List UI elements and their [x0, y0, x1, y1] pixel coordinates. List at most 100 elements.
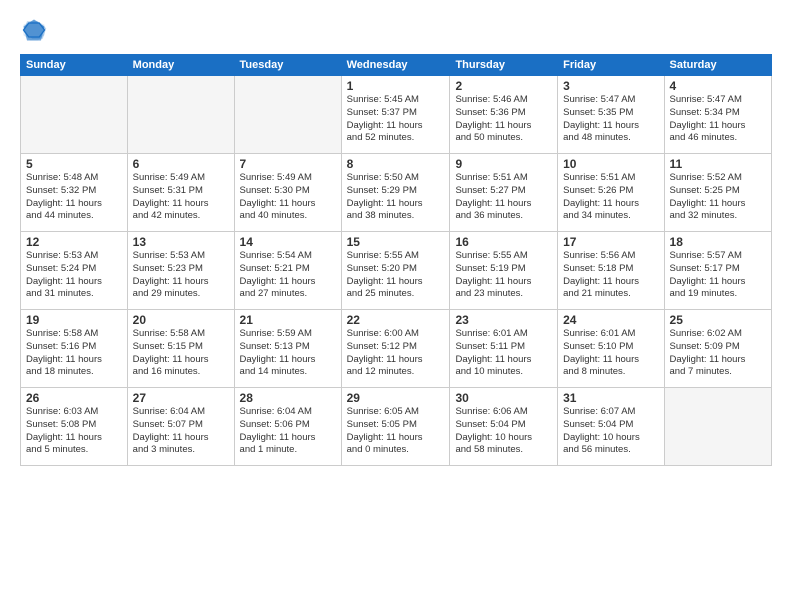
day-info: Sunrise: 5:48 AM Sunset: 5:32 PM Dayligh… [26, 172, 122, 223]
logo-icon [20, 16, 48, 44]
day-info: Sunrise: 5:56 AM Sunset: 5:18 PM Dayligh… [563, 250, 658, 301]
day-info: Sunrise: 5:52 AM Sunset: 5:25 PM Dayligh… [670, 172, 766, 223]
day-cell-31: 31Sunrise: 6:07 AM Sunset: 5:04 PM Dayli… [558, 388, 664, 466]
week-row-1: 5Sunrise: 5:48 AM Sunset: 5:32 PM Daylig… [21, 154, 772, 232]
day-number: 5 [26, 157, 122, 171]
day-cell-3: 3Sunrise: 5:47 AM Sunset: 5:35 PM Daylig… [558, 76, 664, 154]
day-info: Sunrise: 5:58 AM Sunset: 5:15 PM Dayligh… [133, 328, 229, 379]
day-number: 3 [563, 79, 658, 93]
day-number: 27 [133, 391, 229, 405]
col-header-wednesday: Wednesday [341, 55, 450, 76]
day-info: Sunrise: 5:47 AM Sunset: 5:35 PM Dayligh… [563, 94, 658, 145]
day-info: Sunrise: 5:45 AM Sunset: 5:37 PM Dayligh… [347, 94, 445, 145]
day-number: 25 [670, 313, 766, 327]
page: SundayMondayTuesdayWednesdayThursdayFrid… [0, 0, 792, 612]
week-row-3: 19Sunrise: 5:58 AM Sunset: 5:16 PM Dayli… [21, 310, 772, 388]
day-cell-4: 4Sunrise: 5:47 AM Sunset: 5:34 PM Daylig… [664, 76, 771, 154]
day-cell-17: 17Sunrise: 5:56 AM Sunset: 5:18 PM Dayli… [558, 232, 664, 310]
day-cell-5: 5Sunrise: 5:48 AM Sunset: 5:32 PM Daylig… [21, 154, 128, 232]
day-cell-18: 18Sunrise: 5:57 AM Sunset: 5:17 PM Dayli… [664, 232, 771, 310]
empty-cell [127, 76, 234, 154]
empty-cell [234, 76, 341, 154]
day-number: 30 [455, 391, 552, 405]
day-number: 16 [455, 235, 552, 249]
day-info: Sunrise: 5:58 AM Sunset: 5:16 PM Dayligh… [26, 328, 122, 379]
day-info: Sunrise: 6:06 AM Sunset: 5:04 PM Dayligh… [455, 406, 552, 457]
day-info: Sunrise: 5:57 AM Sunset: 5:17 PM Dayligh… [670, 250, 766, 301]
day-cell-19: 19Sunrise: 5:58 AM Sunset: 5:16 PM Dayli… [21, 310, 128, 388]
day-number: 17 [563, 235, 658, 249]
day-cell-10: 10Sunrise: 5:51 AM Sunset: 5:26 PM Dayli… [558, 154, 664, 232]
day-number: 14 [240, 235, 336, 249]
day-number: 19 [26, 313, 122, 327]
day-cell-16: 16Sunrise: 5:55 AM Sunset: 5:19 PM Dayli… [450, 232, 558, 310]
day-info: Sunrise: 5:46 AM Sunset: 5:36 PM Dayligh… [455, 94, 552, 145]
logo [20, 16, 52, 44]
day-cell-22: 22Sunrise: 6:00 AM Sunset: 5:12 PM Dayli… [341, 310, 450, 388]
day-number: 1 [347, 79, 445, 93]
day-number: 15 [347, 235, 445, 249]
day-info: Sunrise: 6:02 AM Sunset: 5:09 PM Dayligh… [670, 328, 766, 379]
header [20, 16, 772, 44]
day-cell-6: 6Sunrise: 5:49 AM Sunset: 5:31 PM Daylig… [127, 154, 234, 232]
day-number: 21 [240, 313, 336, 327]
day-cell-28: 28Sunrise: 6:04 AM Sunset: 5:06 PM Dayli… [234, 388, 341, 466]
day-cell-29: 29Sunrise: 6:05 AM Sunset: 5:05 PM Dayli… [341, 388, 450, 466]
day-info: Sunrise: 6:00 AM Sunset: 5:12 PM Dayligh… [347, 328, 445, 379]
day-cell-2: 2Sunrise: 5:46 AM Sunset: 5:36 PM Daylig… [450, 76, 558, 154]
day-info: Sunrise: 5:59 AM Sunset: 5:13 PM Dayligh… [240, 328, 336, 379]
col-header-sunday: Sunday [21, 55, 128, 76]
day-cell-25: 25Sunrise: 6:02 AM Sunset: 5:09 PM Dayli… [664, 310, 771, 388]
day-info: Sunrise: 5:53 AM Sunset: 5:23 PM Dayligh… [133, 250, 229, 301]
calendar-header-row: SundayMondayTuesdayWednesdayThursdayFrid… [21, 55, 772, 76]
day-cell-1: 1Sunrise: 5:45 AM Sunset: 5:37 PM Daylig… [341, 76, 450, 154]
day-number: 28 [240, 391, 336, 405]
day-cell-30: 30Sunrise: 6:06 AM Sunset: 5:04 PM Dayli… [450, 388, 558, 466]
empty-cell [664, 388, 771, 466]
day-cell-27: 27Sunrise: 6:04 AM Sunset: 5:07 PM Dayli… [127, 388, 234, 466]
day-info: Sunrise: 6:01 AM Sunset: 5:10 PM Dayligh… [563, 328, 658, 379]
day-info: Sunrise: 5:53 AM Sunset: 5:24 PM Dayligh… [26, 250, 122, 301]
day-number: 31 [563, 391, 658, 405]
day-info: Sunrise: 5:55 AM Sunset: 5:20 PM Dayligh… [347, 250, 445, 301]
day-info: Sunrise: 5:54 AM Sunset: 5:21 PM Dayligh… [240, 250, 336, 301]
day-info: Sunrise: 5:51 AM Sunset: 5:27 PM Dayligh… [455, 172, 552, 223]
col-header-monday: Monday [127, 55, 234, 76]
day-cell-26: 26Sunrise: 6:03 AM Sunset: 5:08 PM Dayli… [21, 388, 128, 466]
day-number: 9 [455, 157, 552, 171]
week-row-0: 1Sunrise: 5:45 AM Sunset: 5:37 PM Daylig… [21, 76, 772, 154]
day-number: 6 [133, 157, 229, 171]
day-info: Sunrise: 5:50 AM Sunset: 5:29 PM Dayligh… [347, 172, 445, 223]
day-info: Sunrise: 5:55 AM Sunset: 5:19 PM Dayligh… [455, 250, 552, 301]
col-header-friday: Friday [558, 55, 664, 76]
day-info: Sunrise: 6:01 AM Sunset: 5:11 PM Dayligh… [455, 328, 552, 379]
day-number: 22 [347, 313, 445, 327]
day-info: Sunrise: 5:51 AM Sunset: 5:26 PM Dayligh… [563, 172, 658, 223]
day-info: Sunrise: 5:49 AM Sunset: 5:31 PM Dayligh… [133, 172, 229, 223]
day-cell-23: 23Sunrise: 6:01 AM Sunset: 5:11 PM Dayli… [450, 310, 558, 388]
empty-cell [21, 76, 128, 154]
day-number: 8 [347, 157, 445, 171]
day-info: Sunrise: 6:04 AM Sunset: 5:07 PM Dayligh… [133, 406, 229, 457]
day-number: 20 [133, 313, 229, 327]
day-number: 23 [455, 313, 552, 327]
col-header-thursday: Thursday [450, 55, 558, 76]
day-info: Sunrise: 6:05 AM Sunset: 5:05 PM Dayligh… [347, 406, 445, 457]
day-number: 12 [26, 235, 122, 249]
col-header-tuesday: Tuesday [234, 55, 341, 76]
day-cell-7: 7Sunrise: 5:49 AM Sunset: 5:30 PM Daylig… [234, 154, 341, 232]
calendar-table: SundayMondayTuesdayWednesdayThursdayFrid… [20, 54, 772, 466]
week-row-2: 12Sunrise: 5:53 AM Sunset: 5:24 PM Dayli… [21, 232, 772, 310]
day-number: 11 [670, 157, 766, 171]
week-row-4: 26Sunrise: 6:03 AM Sunset: 5:08 PM Dayli… [21, 388, 772, 466]
day-number: 7 [240, 157, 336, 171]
day-number: 2 [455, 79, 552, 93]
day-cell-11: 11Sunrise: 5:52 AM Sunset: 5:25 PM Dayli… [664, 154, 771, 232]
day-cell-13: 13Sunrise: 5:53 AM Sunset: 5:23 PM Dayli… [127, 232, 234, 310]
day-cell-14: 14Sunrise: 5:54 AM Sunset: 5:21 PM Dayli… [234, 232, 341, 310]
day-number: 26 [26, 391, 122, 405]
col-header-saturday: Saturday [664, 55, 771, 76]
day-cell-15: 15Sunrise: 5:55 AM Sunset: 5:20 PM Dayli… [341, 232, 450, 310]
day-cell-21: 21Sunrise: 5:59 AM Sunset: 5:13 PM Dayli… [234, 310, 341, 388]
day-number: 13 [133, 235, 229, 249]
